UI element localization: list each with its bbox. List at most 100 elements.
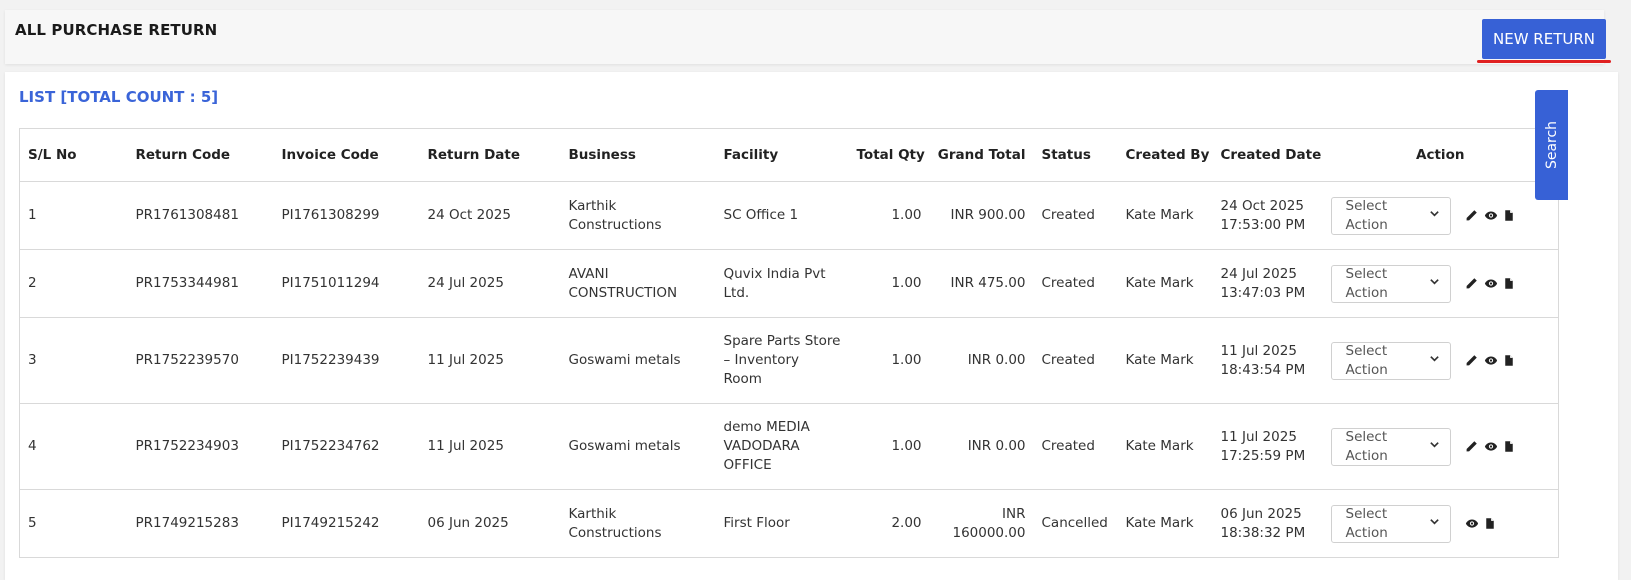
column-header-business: Business: [560, 128, 716, 182]
document-icon[interactable]: [1503, 440, 1516, 453]
cell-created-by: Kate Mark: [1117, 489, 1213, 558]
cell-action: Select Action: [1322, 403, 1559, 490]
edit-icon[interactable]: [1465, 277, 1478, 290]
cell-invoice-code: PI1761308299: [273, 181, 420, 250]
cell-created-by: Kate Mark: [1117, 249, 1213, 318]
view-icon[interactable]: [1484, 209, 1497, 222]
edit-icon[interactable]: [1465, 354, 1478, 367]
table-row: 2 PR1753344981 PI1751011294 24 Jul 2025 AVAN…: [19, 249, 1559, 318]
cell-sl: 2: [19, 249, 128, 318]
search-tab-label: Search: [1543, 120, 1560, 170]
cell-business: Goswami metals: [560, 317, 716, 404]
page-header: ALL PURCHASE RETURN NEW RETURN: [5, 10, 1611, 64]
chevron-down-icon: [1429, 437, 1440, 456]
cell-business: Karthik Constructions: [560, 489, 716, 558]
select-action-dropdown[interactable]: Select Action: [1330, 264, 1451, 303]
cell-total-qty: 2.00: [848, 489, 930, 558]
cell-action: Select Action: [1322, 489, 1559, 558]
cell-facility: demo MEDIA VADODARA OFFICE: [715, 403, 849, 490]
cell-action: Select Action: [1322, 249, 1559, 318]
cell-grand-total: INR 0.00: [929, 317, 1034, 404]
row-action-icons: [1461, 517, 1497, 530]
cell-invoice-code: PI1752239439: [273, 317, 420, 404]
cell-return-date: 24 Jul 2025: [419, 249, 561, 318]
cell-status: Created: [1033, 403, 1118, 490]
column-header-sl-no: S/L No: [19, 128, 128, 182]
table-row: 5 PR1749215283 PI1749215242 06 Jun 2025 Kart…: [19, 489, 1559, 558]
cell-status: Cancelled: [1033, 489, 1118, 558]
column-header-action: Action: [1322, 128, 1559, 182]
select-action-dropdown[interactable]: Select Action: [1330, 504, 1451, 543]
cell-sl: 1: [19, 181, 128, 250]
document-icon[interactable]: [1503, 209, 1516, 222]
cell-created-date: 24 Oct 2025 17:53:00 PM: [1212, 181, 1323, 250]
cell-status: Created: [1033, 181, 1118, 250]
list-title: LIST [TOTAL COUNT : 5]: [19, 88, 219, 106]
cell-grand-total: INR 900.00: [929, 181, 1034, 250]
cell-return-date: 11 Jul 2025: [419, 317, 561, 404]
select-action-dropdown[interactable]: Select Action: [1330, 196, 1451, 235]
column-header-return-date: Return Date: [419, 128, 561, 182]
cell-business: AVANI CONSTRUCTION: [560, 249, 716, 318]
purchase-return-table: S/L No Return Code Invoice Code Return Date…: [19, 128, 1559, 558]
cell-total-qty: 1.00: [848, 403, 930, 490]
cell-invoice-code: PI1752234762: [273, 403, 420, 490]
cell-sl: 3: [19, 317, 128, 404]
select-action-label: Select Action: [1345, 197, 1388, 233]
select-action-dropdown[interactable]: Select Action: [1330, 341, 1451, 380]
cell-invoice-code: PI1751011294: [273, 249, 420, 318]
cell-facility: First Floor: [715, 489, 849, 558]
chevron-down-icon: [1429, 351, 1440, 370]
cell-created-by: Kate Mark: [1117, 181, 1213, 250]
edit-icon[interactable]: [1465, 209, 1478, 222]
cell-return-date: 11 Jul 2025: [419, 403, 561, 490]
document-icon[interactable]: [1503, 277, 1516, 290]
cell-business: Karthik Constructions: [560, 181, 716, 250]
active-underline: [1477, 60, 1611, 63]
view-icon[interactable]: [1484, 354, 1497, 367]
cell-grand-total: INR 0.00: [929, 403, 1034, 490]
chevron-down-icon: [1429, 274, 1440, 293]
cell-facility: SC Office 1: [715, 181, 849, 250]
cell-total-qty: 1.00: [848, 181, 930, 250]
column-header-facility: Facility: [715, 128, 849, 182]
cell-status: Created: [1033, 317, 1118, 404]
table-row: 3 PR1752239570 PI1752239439 11 Jul 2025 Gosw…: [19, 317, 1559, 404]
cell-return-code: PR1752234903: [127, 403, 274, 490]
chevron-down-icon: [1429, 514, 1440, 533]
column-header-invoice-code: Invoice Code: [273, 128, 420, 182]
column-header-created-by: Created By: [1117, 128, 1213, 182]
column-header-return-code: Return Code: [127, 128, 274, 182]
cell-created-date: 11 Jul 2025 17:25:59 PM: [1212, 403, 1323, 490]
cell-grand-total: INR 475.00: [929, 249, 1034, 318]
row-action-icons: [1461, 354, 1516, 367]
select-action-label: Select Action: [1345, 265, 1388, 301]
select-action-label: Select Action: [1345, 428, 1388, 464]
cell-grand-total: INR 160000.00: [929, 489, 1034, 558]
row-action-icons: [1461, 440, 1516, 453]
cell-facility: Quvix India Pvt Ltd.: [715, 249, 849, 318]
search-tab[interactable]: Search: [1535, 90, 1568, 200]
column-header-grand-total: Grand Total: [929, 128, 1034, 182]
cell-created-date: 11 Jul 2025 18:43:54 PM: [1212, 317, 1323, 404]
row-action-icons: [1461, 277, 1516, 290]
select-action-label: Select Action: [1345, 505, 1388, 541]
select-action-dropdown[interactable]: Select Action: [1330, 427, 1451, 466]
new-return-button[interactable]: NEW RETURN: [1482, 19, 1606, 59]
cell-return-code: PR1749215283: [127, 489, 274, 558]
cell-sl: 4: [19, 403, 128, 490]
cell-facility: Spare Parts Store – Inventory Room: [715, 317, 849, 404]
edit-icon[interactable]: [1465, 440, 1478, 453]
cell-created-by: Kate Mark: [1117, 317, 1213, 404]
view-icon[interactable]: [1465, 517, 1478, 530]
page-title: ALL PURCHASE RETURN: [15, 21, 218, 39]
document-icon[interactable]: [1484, 517, 1497, 530]
cell-return-code: PR1761308481: [127, 181, 274, 250]
cell-business: Goswami metals: [560, 403, 716, 490]
column-header-created-date: Created Date: [1212, 128, 1323, 182]
view-icon[interactable]: [1484, 277, 1497, 290]
document-icon[interactable]: [1503, 354, 1516, 367]
cell-total-qty: 1.00: [848, 317, 930, 404]
view-icon[interactable]: [1484, 440, 1497, 453]
row-action-icons: [1461, 209, 1516, 222]
